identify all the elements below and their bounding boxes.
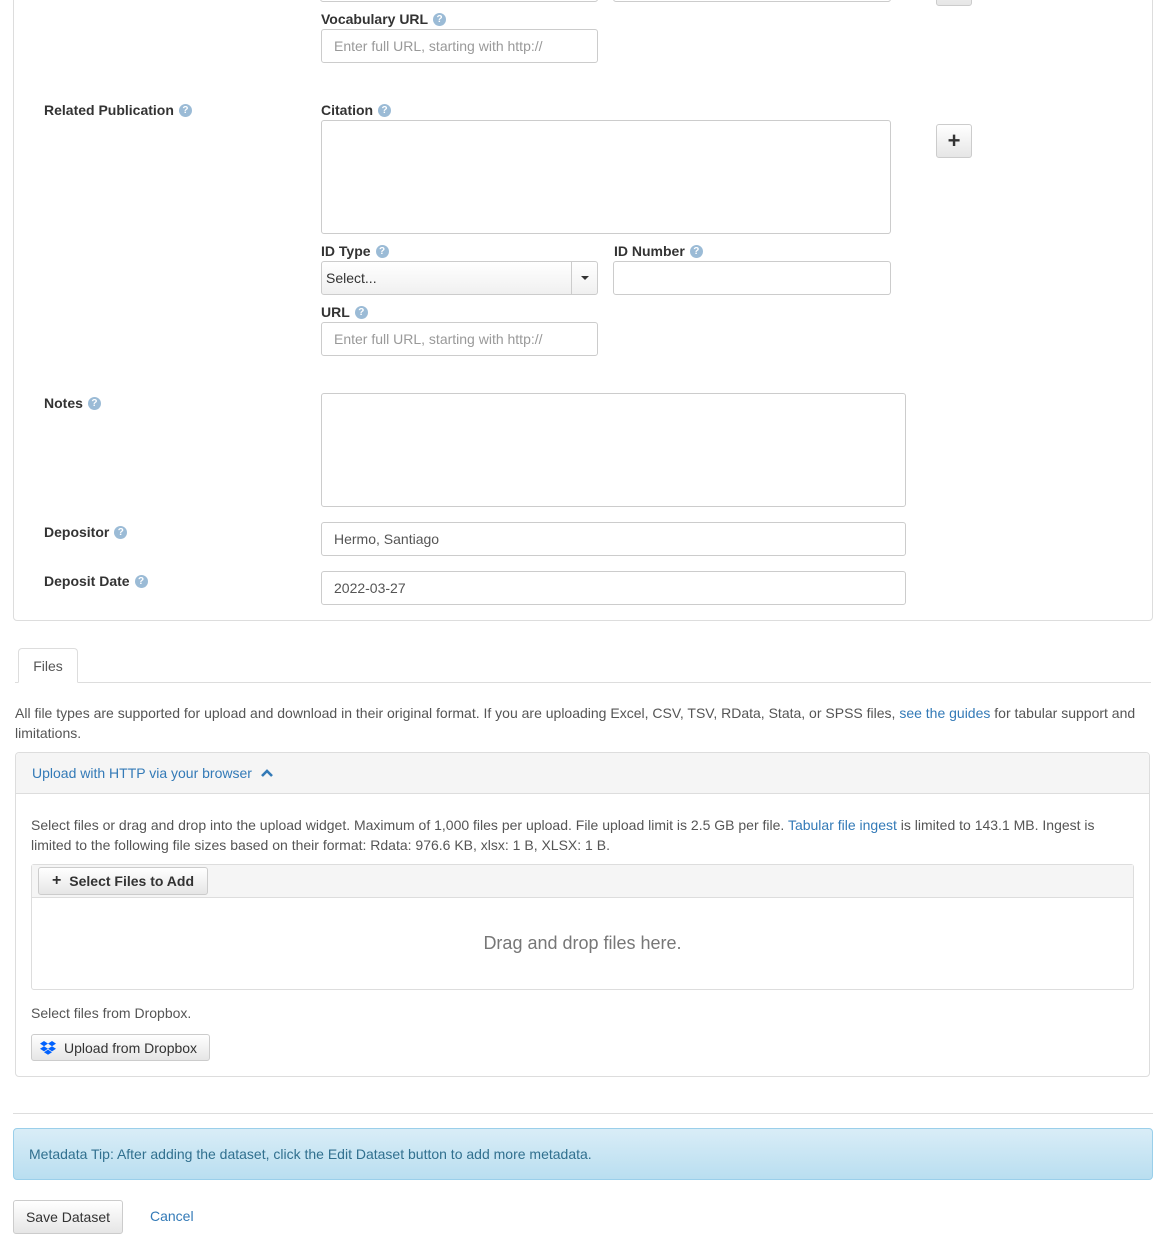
id-number-input[interactable] (613, 261, 891, 295)
add-button-clipped[interactable] (936, 0, 972, 6)
metadata-tip-text: Metadata Tip: After adding the dataset, … (29, 1146, 592, 1162)
vocabulary-url-input[interactable]: Enter full URL, starting with http:// (321, 29, 598, 63)
depositor-label: Depositor ? (44, 523, 128, 541)
chevron-up-icon[interactable] (260, 768, 274, 778)
notes-label: Notes ? (44, 394, 101, 412)
see-the-guides-link[interactable]: see the guides (899, 705, 990, 721)
help-icon[interactable]: ? (87, 396, 101, 410)
help-icon[interactable]: ? (354, 305, 368, 319)
citation-textarea[interactable] (321, 120, 891, 234)
files-intro-text: All file types are supported for upload … (15, 703, 1150, 743)
related-publication-label: Related Publication ? (44, 101, 192, 119)
drop-zone[interactable]: Drag and drop files here. (32, 898, 1133, 989)
depositor-input[interactable]: Hermo, Santiago (321, 522, 906, 556)
upload-from-dropbox-label: Upload from Dropbox (64, 1039, 198, 1056)
id-type-select[interactable]: Select... (321, 261, 598, 295)
help-icon[interactable]: ? (378, 103, 392, 117)
deposit-date-label: Deposit Date ? (44, 572, 148, 590)
help-icon[interactable]: ? (114, 525, 128, 539)
publication-url-label-text: URL (321, 304, 350, 320)
select-files-button[interactable]: + Select Files to Add (38, 867, 208, 895)
save-dataset-button[interactable]: Save Dataset (13, 1200, 123, 1234)
cancel-link[interactable]: Cancel (150, 1208, 194, 1224)
upload-desc-part-1: Select files or drag and drop into the u… (31, 817, 785, 833)
related-publication-label-text: Related Publication (44, 102, 174, 118)
add-related-publication-button[interactable]: + (936, 124, 972, 158)
vocabulary-url-label: Vocabulary URL ? (321, 10, 447, 28)
notes-textarea[interactable] (321, 393, 906, 507)
files-intro-part-3: limitations. (15, 725, 82, 741)
deposit-date-label-text: Deposit Date (44, 573, 130, 589)
id-type-label: ID Type ? (321, 242, 389, 260)
citation-label: Citation ? (321, 101, 392, 119)
select-files-button-label: Select Files to Add (69, 873, 195, 889)
plus-icon: + (947, 128, 961, 153)
tab-files-label: Files (33, 657, 63, 674)
id-type-label-text: ID Type (321, 243, 371, 259)
dropbox-icon (40, 1040, 56, 1055)
tabular-file-ingest-link[interactable]: Tabular file ingest (788, 817, 897, 833)
deposit-date-input[interactable]: 2022-03-27 (321, 571, 906, 605)
upload-panel-title[interactable]: Upload with HTTP via your browser (32, 765, 252, 781)
vocabulary-field-clipped[interactable] (320, 0, 598, 2)
metadata-tip-alert: Metadata Tip: After adding the dataset, … (13, 1128, 1153, 1180)
help-icon[interactable]: ? (134, 574, 148, 588)
drop-zone-text: Drag and drop files here. (483, 933, 682, 953)
dropbox-text: Select files from Dropbox. (31, 1005, 192, 1021)
save-dataset-label: Save Dataset (25, 1209, 111, 1225)
id-number-label: ID Number ? (614, 242, 703, 260)
files-intro-part-1: All file types are supported for upload … (15, 705, 896, 721)
tab-files[interactable]: Files (18, 648, 78, 683)
publication-url-input[interactable]: Enter full URL, starting with http:// (321, 322, 598, 356)
citation-label-text: Citation (321, 102, 374, 118)
caret-down-icon (580, 276, 589, 280)
publication-url-label: URL ? (321, 303, 368, 321)
depositor-label-text: Depositor (44, 524, 110, 540)
upload-panel-header[interactable]: Upload with HTTP via your browser (16, 753, 1149, 794)
upload-desc-part-2: is limited to 143.1 MB. Ingest is (900, 817, 1095, 833)
id-number-label-text: ID Number (614, 243, 685, 259)
vocabulary-field-clipped-2[interactable] (613, 0, 891, 2)
id-type-select-value: Select... (326, 270, 377, 286)
upload-desc-part-3: limited to the following file sizes base… (31, 837, 610, 853)
upload-description: Select files or drag and drop into the u… (31, 815, 1131, 855)
help-icon[interactable]: ? (433, 12, 447, 26)
help-icon[interactable]: ? (689, 244, 703, 258)
upload-from-dropbox-button[interactable]: Upload from Dropbox (31, 1034, 210, 1061)
section-divider (13, 1113, 1153, 1114)
files-tab-rule (15, 682, 1151, 683)
notes-label-text: Notes (44, 395, 83, 411)
plus-icon: + (51, 872, 62, 889)
vocabulary-url-label-text: Vocabulary URL (321, 11, 429, 27)
files-intro-part-2: for tabular support and (994, 705, 1136, 721)
dropdown-arrow[interactable] (571, 262, 597, 294)
help-icon[interactable]: ? (178, 103, 192, 117)
help-icon[interactable]: ? (375, 244, 389, 258)
